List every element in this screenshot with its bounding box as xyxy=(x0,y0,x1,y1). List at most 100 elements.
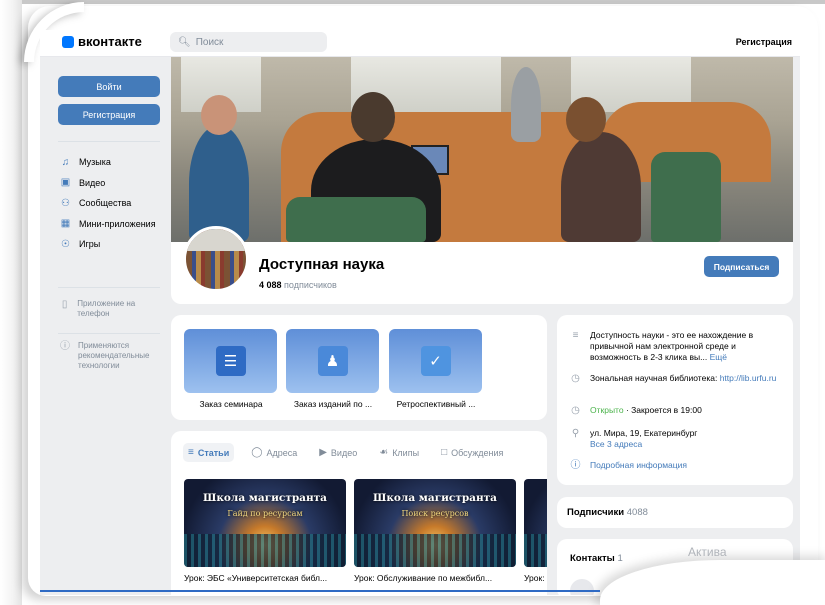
search-placeholder: Поиск xyxy=(195,36,224,48)
activation-watermark: Актива xyxy=(688,545,727,559)
frame-bottom-line xyxy=(40,590,600,592)
article-title: Урок: xyxy=(524,573,545,583)
description-text: Доступность науки - это ее нахождение в … xyxy=(590,330,780,363)
subscribers-card[interactable]: Подписчики 4088 xyxy=(557,497,793,528)
sidebar-divider xyxy=(58,333,160,334)
group-avatar[interactable] xyxy=(183,226,249,292)
vk-page: вконтакте 🔍︎ Поиск Регистрация Войти Рег… xyxy=(40,30,800,595)
articles-list: Школа магистранта Гайд по ресурсам Урок:… xyxy=(184,479,547,595)
article-cover-subtitle: Гайд по ресурсам xyxy=(227,509,303,518)
sidebar-item-games[interactable]: ☉ Игры xyxy=(60,234,156,255)
sidebar-item-label: Игры xyxy=(79,239,101,250)
group-header-card: Доступная наука 4 088 подписчиков Подпис… xyxy=(171,226,793,304)
all-addresses-link[interactable]: Все 3 адреса xyxy=(590,439,642,449)
phone-icon: ▯ xyxy=(61,299,68,310)
sidebar-item-label: Музыка xyxy=(79,157,111,168)
closing-time: · Закроется в 19:00 xyxy=(625,405,702,415)
communities-icon: ⚇ xyxy=(61,197,70,209)
address-line: ул. Мира, 19, Екатеринбург xyxy=(590,428,698,438)
sidebar-item-label: Видео xyxy=(79,177,106,188)
tab-articles[interactable]: ≡ Статьи xyxy=(183,443,235,462)
globe-icon: ◷ xyxy=(571,373,580,384)
subscribers-card-count: 4088 xyxy=(626,507,648,518)
subscribe-button[interactable]: Подписаться xyxy=(704,256,779,277)
tab-video[interactable]: ▶ Видео xyxy=(314,443,362,462)
text-icon: ≡ xyxy=(572,330,579,341)
cover-person xyxy=(511,67,541,142)
tab-label: Адреса xyxy=(266,447,298,458)
users-icon: ♟ xyxy=(317,346,348,376)
contacts-card-title: Контакты 1 xyxy=(570,553,623,564)
sidebar-item-communities[interactable]: ⚇ Сообщества xyxy=(60,193,156,214)
article-cover-title: Школа магистранта xyxy=(373,492,497,504)
music-icon: ♫ xyxy=(61,156,70,168)
contacts-card-label: Контакты xyxy=(570,553,615,564)
info-icon: ⓘ xyxy=(570,460,581,471)
info-hours[interactable]: ◷ Открыто · Закроется в 19:00 xyxy=(570,405,702,416)
content-card: ≡ Статьи ◯ Адреса ▶ Видео ☙ Клипы □ Обсу… xyxy=(171,431,547,595)
mini-apps-icon: ▦ xyxy=(60,218,71,230)
article-title: Урок: ЭБС «Университетская библ... xyxy=(184,573,328,583)
cover-chair xyxy=(286,197,426,242)
subscribers-count[interactable]: 4 088 подписчиков xyxy=(259,280,337,290)
article-card[interactable]: Урок: xyxy=(524,479,547,583)
login-button[interactable]: Войти xyxy=(58,76,160,97)
top-header: вконтакте 🔍︎ Поиск Регистрация xyxy=(40,30,800,57)
vk-logo-icon xyxy=(62,35,74,48)
sidebar-item-video[interactable]: ▣ Видео xyxy=(60,173,156,194)
sidebar-nav: ♫ Музыка ▣ Видео ⚇ Сообщества ▦ Мини-при… xyxy=(60,152,156,255)
sidebar-divider xyxy=(58,287,160,288)
tab-discussions[interactable]: □ Обсуждения xyxy=(436,443,508,462)
info-details[interactable]: ⓘ Подробная информация xyxy=(570,460,688,471)
tab-label: Статьи xyxy=(197,447,230,458)
sidebar-item-music[interactable]: ♫ Музыка xyxy=(60,152,156,173)
cover-photo xyxy=(171,57,793,242)
pin-icon: ⚲ xyxy=(571,428,580,439)
article-card[interactable]: Школа магистранта Гайд по ресурсам Урок:… xyxy=(184,479,346,583)
subscribers-card-title: Подписчики 4088 xyxy=(567,507,648,518)
app-tile-publications[interactable]: ♟ xyxy=(286,329,379,393)
check-icon: ✓ xyxy=(420,346,451,376)
sidebar-divider xyxy=(58,141,160,142)
vk-logo[interactable]: вконтакте xyxy=(62,34,142,49)
sidebar-item-mini-apps[interactable]: ▦ Мини-приложения xyxy=(60,214,156,235)
sidebar-item-label: Мини-приложения xyxy=(79,218,156,229)
more-link[interactable]: Ещё xyxy=(710,352,727,362)
article-card[interactable]: Школа магистранта Поиск ресурсов Урок: О… xyxy=(354,479,516,583)
article-title: Урок: Обслуживание по межбибл... xyxy=(354,573,493,583)
website-link[interactable]: http://lib.urfu.ru xyxy=(720,373,777,383)
info-icon: ⓘ xyxy=(60,341,70,352)
description-body: Доступность науки - это ее нахождение в … xyxy=(590,330,754,362)
app-tile-retrospective[interactable]: ✓ xyxy=(389,329,482,393)
video-icon: ▣ xyxy=(60,177,71,189)
checklist-icon: ☰ xyxy=(215,346,246,376)
video-icon: ▶ xyxy=(319,447,327,458)
left-sidebar: Войти Регистрация ♫ Музыка ▣ Видео ⚇ Соо… xyxy=(40,57,170,595)
search-input[interactable]: 🔍︎ Поиск xyxy=(170,32,327,52)
tab-label: Обсуждения xyxy=(451,447,504,458)
tab-addresses[interactable]: ◯ Адреса xyxy=(246,443,302,462)
info-address: ⚲ ул. Мира, 19, Екатеринбург Все 3 адреса xyxy=(570,428,780,450)
contacts-card-count: 1 xyxy=(617,553,623,564)
article-cover-title: Школа магистранта xyxy=(203,492,327,504)
cover-head xyxy=(566,97,606,142)
tab-clips[interactable]: ☙ Клипы xyxy=(374,443,424,462)
clips-icon: ☙ xyxy=(379,447,389,458)
recommendation-note[interactable]: ⓘ Применяются рекомендательные технологи… xyxy=(60,341,165,371)
search-icon: 🔍︎ xyxy=(178,36,191,48)
sidebar-item-label: Сообщества xyxy=(79,198,132,209)
info-description: ≡ Доступность науки - это ее нахождение … xyxy=(570,330,780,363)
header-register-link[interactable]: Регистрация xyxy=(736,37,792,47)
register-button[interactable]: Регистрация xyxy=(58,104,160,125)
tab-label: Видео xyxy=(330,447,358,458)
recommendation-label: Применяются рекомендательные технологии xyxy=(78,341,150,370)
tab-label: Клипы xyxy=(392,447,420,458)
discussion-icon: □ xyxy=(441,447,448,458)
app-label[interactable]: Заказ семинара xyxy=(181,399,281,409)
app-tile-seminar[interactable]: ☰ xyxy=(184,329,277,393)
website-text: Зональная научная библиотека: http://lib… xyxy=(590,373,776,384)
mobile-app-link[interactable]: ▯ Приложение на телефон xyxy=(60,299,155,319)
content-tabs: ≡ Статьи ◯ Адреса ▶ Видео ☙ Клипы □ Обсу… xyxy=(183,443,508,462)
app-label[interactable]: Ретроспективный ... xyxy=(386,399,486,409)
app-label[interactable]: Заказ изданий по ... xyxy=(283,399,383,409)
